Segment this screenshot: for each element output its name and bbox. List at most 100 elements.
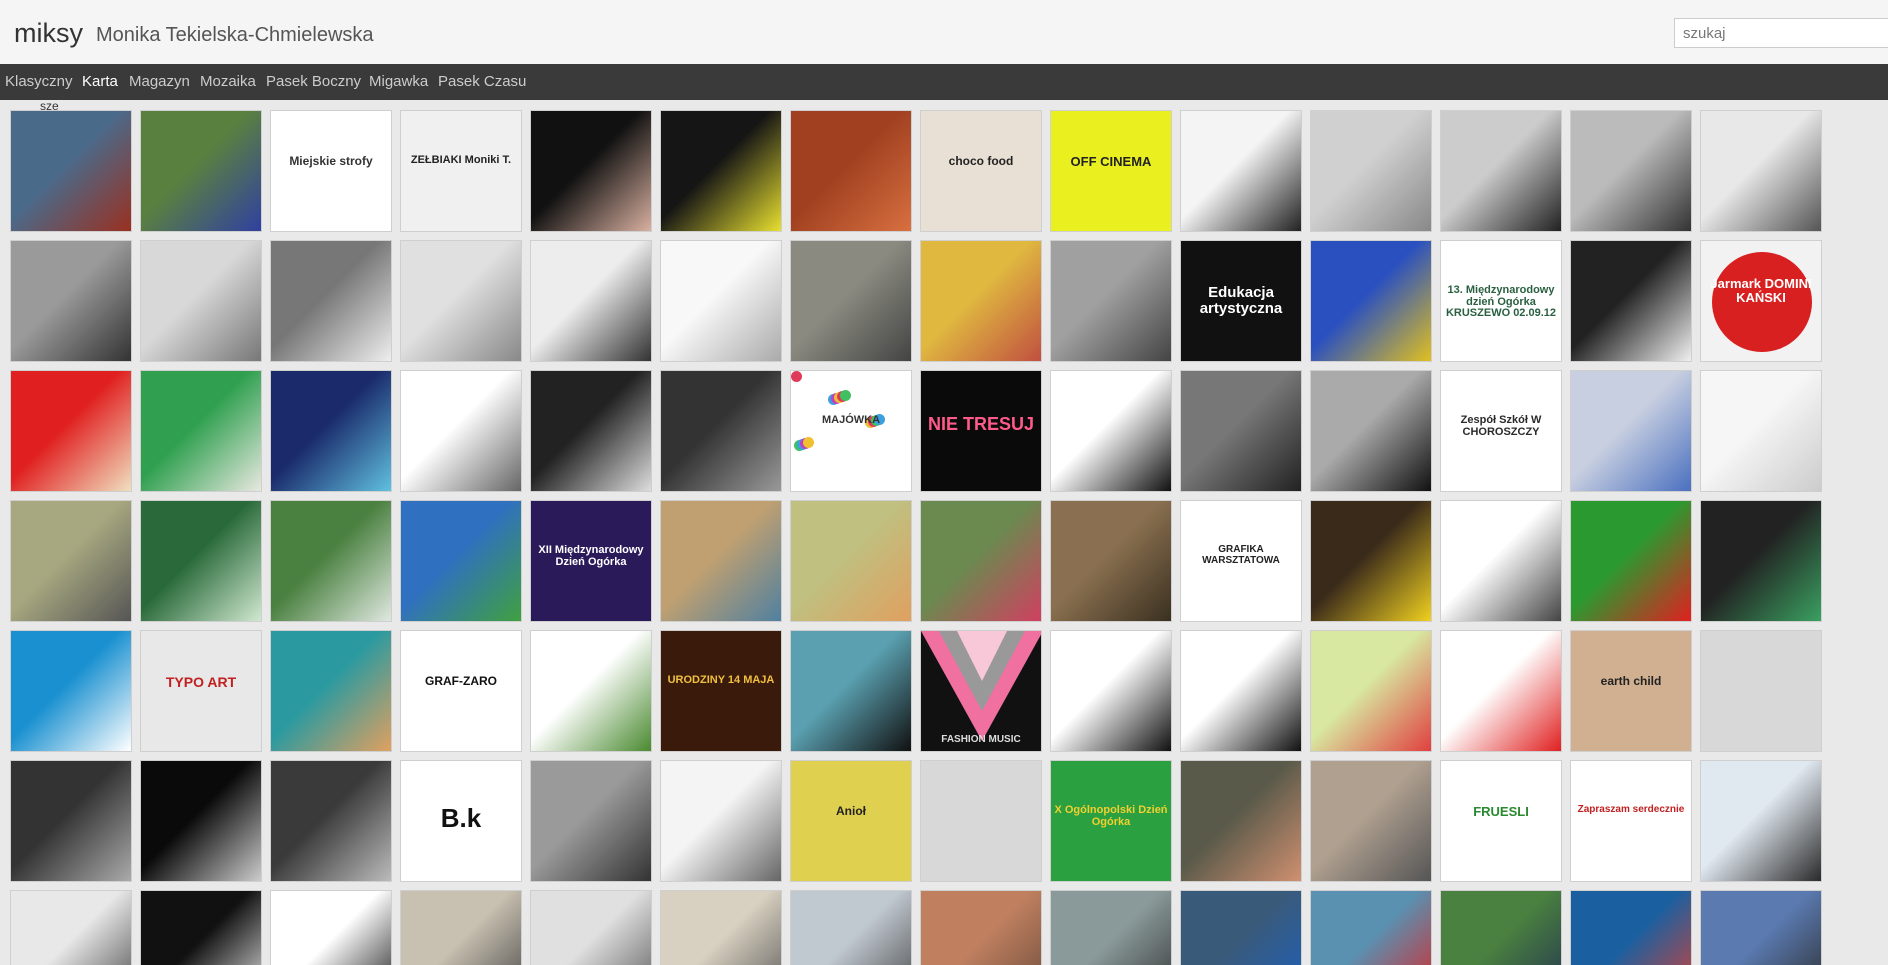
post-thumbnail[interactable] (400, 240, 522, 362)
post-thumbnail[interactable] (660, 110, 782, 232)
tab-klasyczny[interactable]: Klasyczny (5, 73, 73, 90)
post-thumbnail[interactable] (1570, 500, 1692, 622)
post-thumbnail[interactable] (1050, 370, 1172, 492)
post-thumbnail[interactable] (660, 890, 782, 965)
tab-karta[interactable]: Karta (82, 73, 118, 90)
post-thumbnail[interactable]: Jarmark DOMINI KAŃSKI (1700, 240, 1822, 362)
post-thumbnail[interactable] (1570, 370, 1692, 492)
post-thumbnail[interactable] (1700, 760, 1822, 882)
post-thumbnail[interactable]: Edukacja artystyczna (1180, 240, 1302, 362)
post-thumbnail[interactable] (530, 630, 652, 752)
post-thumbnail[interactable] (400, 890, 522, 965)
post-thumbnail[interactable]: TYPO ART (140, 630, 262, 752)
post-thumbnail[interactable] (1440, 500, 1562, 622)
post-thumbnail[interactable] (1050, 500, 1172, 622)
post-thumbnail[interactable] (530, 110, 652, 232)
post-thumbnail[interactable] (920, 500, 1042, 622)
post-thumbnail[interactable]: X Ogólnopolski Dzień Ogórka (1050, 760, 1172, 882)
post-thumbnail[interactable] (1570, 110, 1692, 232)
post-thumbnail[interactable] (1440, 630, 1562, 752)
post-thumbnail[interactable] (10, 110, 132, 232)
post-thumbnail[interactable] (660, 500, 782, 622)
post-thumbnail[interactable] (1310, 370, 1432, 492)
tab-pasek-czasu[interactable]: Pasek Czasu (438, 73, 526, 90)
post-thumbnail[interactable] (1570, 890, 1692, 965)
post-thumbnail[interactable]: 13. Międzynarodowy dzień Ogórka KRUSZEWO… (1440, 240, 1562, 362)
post-thumbnail[interactable] (1700, 890, 1822, 965)
post-thumbnail[interactable] (10, 630, 132, 752)
post-thumbnail[interactable] (660, 370, 782, 492)
post-thumbnail[interactable] (790, 890, 912, 965)
post-thumbnail[interactable]: NIE TRESUJ (920, 370, 1042, 492)
post-thumbnail[interactable] (1310, 760, 1432, 882)
post-thumbnail[interactable]: Zespół Szkół W CHOROSZCZY (1440, 370, 1562, 492)
post-thumbnail[interactable] (790, 110, 912, 232)
post-thumbnail[interactable] (270, 890, 392, 965)
post-thumbnail[interactable]: FASHION MUSIC (920, 630, 1042, 752)
post-thumbnail[interactable] (1700, 630, 1822, 752)
post-thumbnail[interactable] (1180, 110, 1302, 232)
post-thumbnail[interactable] (1310, 110, 1432, 232)
post-thumbnail[interactable]: XII Międzynarodowy Dzień Ogórka (530, 500, 652, 622)
post-thumbnail[interactable] (1440, 110, 1562, 232)
post-thumbnail[interactable] (140, 370, 262, 492)
post-thumbnail[interactable] (1700, 500, 1822, 622)
post-thumbnail[interactable] (270, 240, 392, 362)
post-thumbnail[interactable] (270, 500, 392, 622)
post-thumbnail[interactable] (660, 760, 782, 882)
post-thumbnail[interactable] (920, 890, 1042, 965)
post-thumbnail[interactable] (530, 370, 652, 492)
post-thumbnail[interactable] (270, 760, 392, 882)
post-thumbnail[interactable]: FRUESLI (1440, 760, 1562, 882)
post-thumbnail[interactable] (1310, 500, 1432, 622)
blog-title[interactable]: miksy (14, 18, 83, 49)
post-thumbnail[interactable] (1700, 110, 1822, 232)
post-thumbnail[interactable] (790, 500, 912, 622)
post-thumbnail[interactable] (1440, 890, 1562, 965)
tab-pasek-boczny[interactable]: Pasek Boczny (266, 73, 361, 90)
search-input[interactable] (1674, 18, 1888, 48)
post-thumbnail[interactable] (1180, 630, 1302, 752)
post-thumbnail[interactable] (140, 890, 262, 965)
post-thumbnail[interactable]: earth child (1570, 630, 1692, 752)
post-thumbnail[interactable] (140, 240, 262, 362)
post-thumbnail[interactable] (140, 110, 262, 232)
post-thumbnail[interactable] (1310, 890, 1432, 965)
post-thumbnail[interactable] (10, 760, 132, 882)
post-thumbnail[interactable]: GRAFIKA WARSZTATOWA (1180, 500, 1302, 622)
post-thumbnail[interactable] (530, 760, 652, 882)
post-thumbnail[interactable]: Zapraszam serdecznie (1570, 760, 1692, 882)
post-thumbnail[interactable]: ZEŁBIAKI Moniki T. (400, 110, 522, 232)
post-thumbnail[interactable]: URODZINY 14 MAJA (660, 630, 782, 752)
post-thumbnail[interactable] (1310, 630, 1432, 752)
post-thumbnail[interactable] (1310, 240, 1432, 362)
post-thumbnail[interactable] (10, 240, 132, 362)
post-thumbnail[interactable]: B.k (400, 760, 522, 882)
post-thumbnail[interactable] (10, 370, 132, 492)
post-thumbnail[interactable] (140, 760, 262, 882)
post-thumbnail[interactable] (400, 370, 522, 492)
post-thumbnail[interactable] (790, 240, 912, 362)
post-thumbnail[interactable] (920, 760, 1042, 882)
post-thumbnail[interactable] (1180, 370, 1302, 492)
tab-magazyn[interactable]: Magazyn (129, 73, 190, 90)
post-thumbnail[interactable] (1050, 890, 1172, 965)
post-thumbnail[interactable] (1050, 240, 1172, 362)
post-thumbnail[interactable]: OFF CINEMA (1050, 110, 1172, 232)
post-thumbnail[interactable] (1050, 630, 1172, 752)
post-thumbnail[interactable] (660, 240, 782, 362)
tab-migawka[interactable]: Migawka (369, 73, 428, 90)
post-thumbnail[interactable] (530, 890, 652, 965)
post-thumbnail[interactable] (790, 630, 912, 752)
post-thumbnail[interactable] (1180, 760, 1302, 882)
post-thumbnail[interactable] (530, 240, 652, 362)
tab-mozaika[interactable]: Mozaika (200, 73, 256, 90)
post-thumbnail[interactable] (140, 500, 262, 622)
post-thumbnail[interactable] (400, 500, 522, 622)
post-thumbnail[interactable]: MAJÓWKA (790, 370, 912, 492)
post-thumbnail[interactable]: choco food (920, 110, 1042, 232)
post-thumbnail[interactable] (10, 500, 132, 622)
post-thumbnail[interactable] (10, 890, 132, 965)
post-thumbnail[interactable]: Miejskie strofy (270, 110, 392, 232)
post-thumbnail[interactable] (270, 370, 392, 492)
